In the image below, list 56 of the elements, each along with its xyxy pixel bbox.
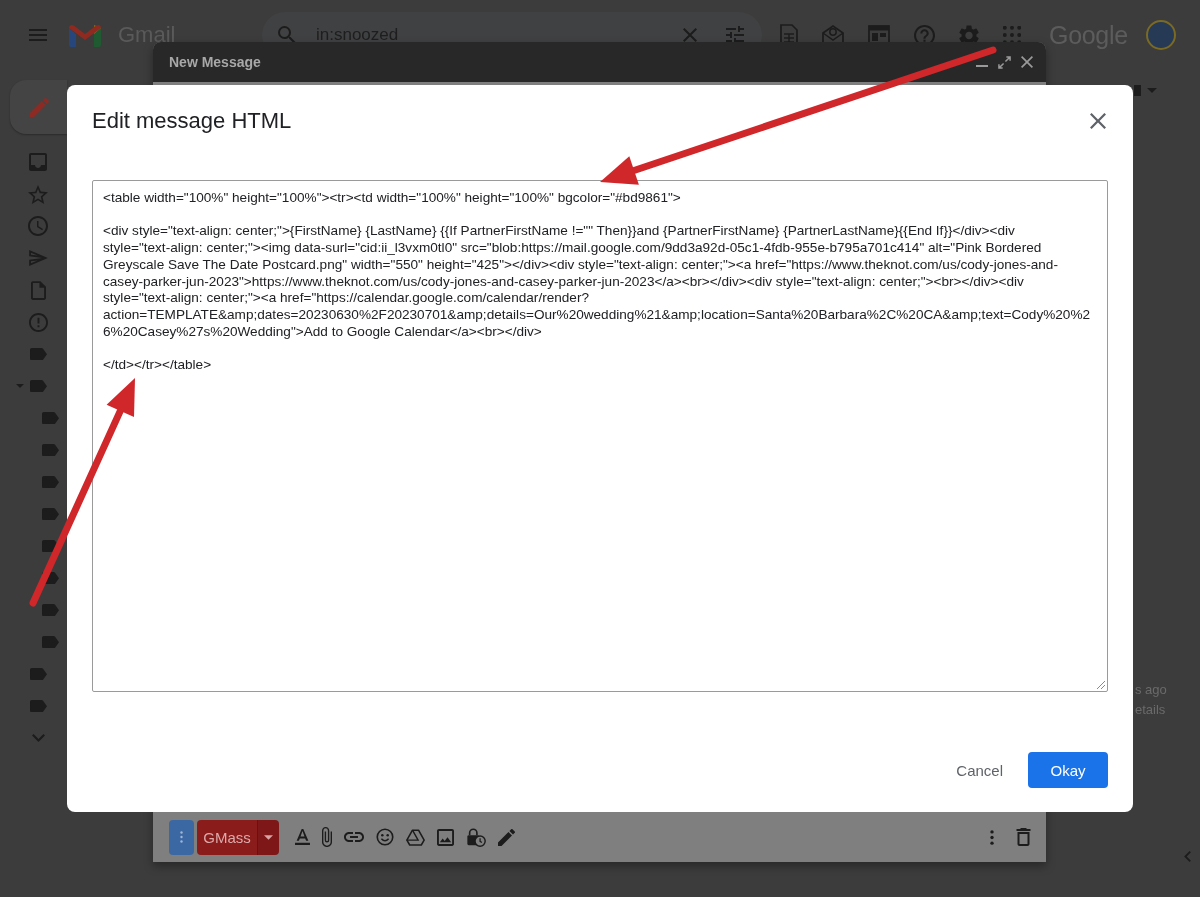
- lock-clock-icon[interactable]: [466, 827, 486, 847]
- label-icon[interactable]: [30, 379, 47, 393]
- tune-icon[interactable]: [726, 26, 744, 44]
- more-vertical-icon: [180, 831, 183, 843]
- compose-button[interactable]: [10, 80, 67, 134]
- label-icon[interactable]: [30, 699, 47, 713]
- pencil-icon: [30, 97, 49, 117]
- text-format-icon[interactable]: [295, 829, 310, 845]
- square-icon[interactable]: [1134, 85, 1141, 96]
- gmass-button[interactable]: GMass: [197, 819, 257, 855]
- send-icon[interactable]: [29, 250, 48, 266]
- send-options-button[interactable]: [257, 819, 279, 855]
- label-icon[interactable]: [42, 411, 59, 425]
- pen-icon[interactable]: [498, 828, 515, 846]
- label-icon[interactable]: [30, 667, 47, 681]
- label-icon[interactable]: [42, 571, 59, 585]
- chevron-left-icon[interactable]: [1184, 851, 1191, 862]
- link-icon[interactable]: [344, 832, 364, 842]
- label-icon[interactable]: [42, 603, 59, 617]
- caret-icon: [264, 834, 273, 840]
- close-icon[interactable]: [1021, 56, 1033, 68]
- triangle-icon[interactable]: [406, 828, 425, 846]
- chevron-down-icon[interactable]: [32, 734, 45, 742]
- options-button[interactable]: [169, 819, 194, 855]
- label-icon[interactable]: [42, 635, 59, 649]
- caret-icon[interactable]: [1147, 88, 1157, 93]
- dialog-title: Edit message HTML: [92, 108, 292, 134]
- star-icon[interactable]: [28, 184, 48, 204]
- file-icon[interactable]: [31, 280, 46, 300]
- resize-handle-icon[interactable]: [1097, 681, 1105, 689]
- label-icon[interactable]: [42, 475, 59, 489]
- avatar[interactable]: [1146, 20, 1176, 50]
- emoji-icon[interactable]: [376, 828, 394, 846]
- diagonal-arrows-icon[interactable]: [998, 55, 1011, 69]
- more-vertical-icon[interactable]: [990, 829, 994, 845]
- primary-button[interactable]: Okay: [1028, 752, 1108, 788]
- image-icon[interactable]: [437, 828, 454, 846]
- label-icon[interactable]: [42, 443, 59, 457]
- search-icon[interactable]: [278, 26, 296, 44]
- label-icon[interactable]: [30, 347, 47, 361]
- clock-icon[interactable]: [28, 216, 48, 236]
- trash-icon[interactable]: [1016, 828, 1031, 846]
- layout-icon[interactable]: [868, 25, 890, 45]
- apps-grid-icon[interactable]: [1003, 26, 1021, 44]
- inbox-icon[interactable]: [29, 153, 47, 171]
- close-icon[interactable]: [1090, 113, 1106, 129]
- mail-logo-icon[interactable]: [69, 23, 101, 47]
- paperclip-icon[interactable]: [322, 827, 332, 847]
- secondary-button[interactable]: Cancel: [940, 752, 1019, 788]
- minimize-icon[interactable]: [976, 65, 988, 67]
- html-editor-field[interactable]: <table width="100%" height="100%"><tr><td width="100%" height="100%" bgcolor="#bd9861"> <div style="text-align: center;">{FirstName} {LastName} {{If PartnerFirstName !="" Then}}and {PartnerFirstName} {PartnerLastName}{{End If}}</div><div style="text-align: center;"><img data-surl="cid:ii_l3vxm0tl0" src="blob:https://mail.google.com/9dd3a92d-05c1-4fdb-955e-b795a701c414" alt="Pink Bordered Greyscale Save The Date Postcard.png" width="550" height="425"></div><div style="text-align: center;"><a href="https://www.theknot.com/us/cody-jones-and- casey-parker-jun-2023">https://www.theknot.com/us/cody-jones-and-casey-parker-jun-2023</a><br></div><div style="text-align: center;"><br></div><div style="text-align: center;"><a href="https://calendar.google.com/calendar/render? action=TEMPLATE&amp;dates=20230630%2F20230701&amp;details=Our%20wedding%21&amp;location=Santa%20Barbara%2C%20CA&amp;text=Cody%20%2 6%20Casey%27s%20Wedding">Add to Google Calendar</a><br></div> </td></tr></table>: [92, 180, 1108, 692]
- label-icon[interactable]: [42, 507, 59, 521]
- compose-title: New Message: [169, 54, 261, 70]
- menu-icon[interactable]: [29, 29, 47, 41]
- label-icon[interactable]: [42, 539, 59, 553]
- caret-icon[interactable]: [16, 384, 24, 388]
